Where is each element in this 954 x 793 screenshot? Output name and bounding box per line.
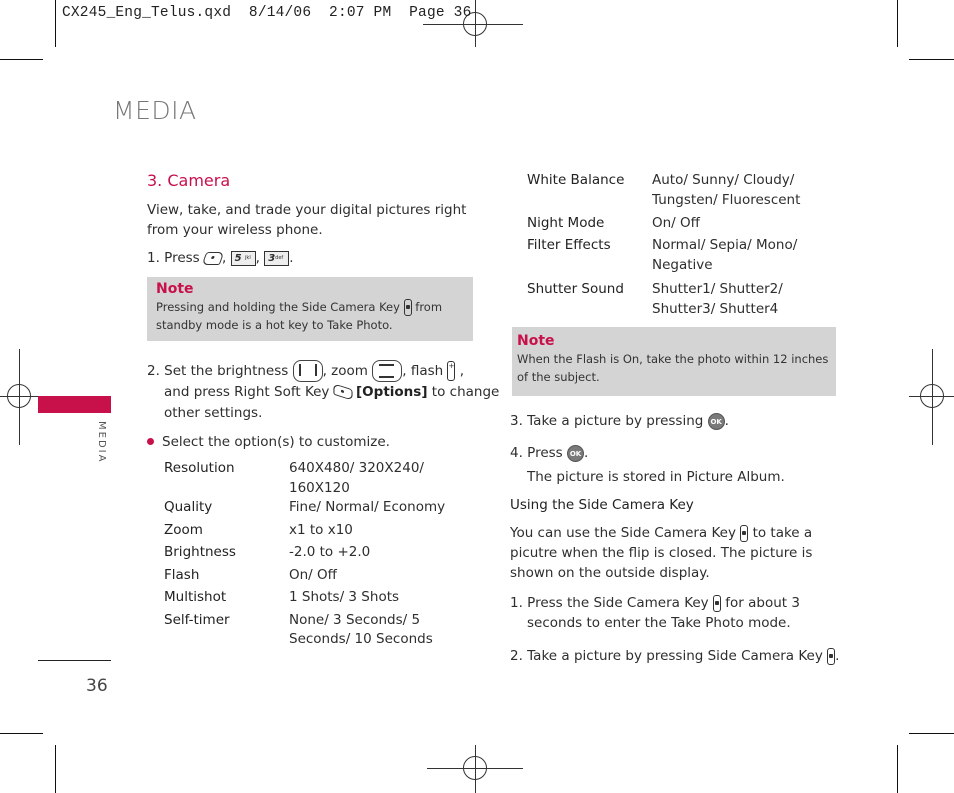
nav-up-down-key-icon: [372, 360, 403, 382]
note-box-flash: Note When the Flash is On, take the phot…: [512, 327, 836, 396]
table-row: Shutter Sound Shutter1/ Shutter2/ Shutter…: [527, 281, 783, 317]
crop-mark: [0, 59, 43, 60]
nav-left-right-key-icon: [292, 360, 323, 382]
step-4-detail: The picture is stored in Picture Album.: [527, 469, 785, 485]
note-box-side-camera: Note Pressing and holding the Side Camer…: [147, 277, 473, 341]
side-camera-paragraph: You can use the Side Camera Key to take …: [510, 524, 813, 581]
print-slug: CX245_Eng_Telus.qxd 8/14/06 2:07 PM Page…: [62, 5, 472, 21]
side-camera-step-2: 2. Take a picture by pressing Side Camer…: [510, 647, 840, 665]
note-title: Note: [156, 281, 194, 297]
table-row: Night Mode On/ Off: [527, 215, 700, 231]
crop-mark: [55, 745, 56, 793]
crop-mark: [897, 745, 898, 793]
table-row: Self-timer None/ 3 Seconds/ 5 Seconds/ 10…: [164, 611, 433, 648]
camera-options-table: Resolution 640X480/ 320X240/ 160X120 Qual…: [164, 459, 459, 650]
note-title: Note: [517, 333, 555, 349]
step-1: 1. Press , 5 jkl, 3def.: [147, 250, 294, 266]
side-camera-key-icon: [740, 524, 749, 542]
key-5-icon: 5 jkl: [230, 250, 256, 266]
side-tab-label: MEDIA: [96, 421, 107, 464]
section-title: 3. Camera: [147, 171, 231, 190]
table-row: Zoom x1 to x10: [164, 521, 353, 538]
crop-mark: [909, 733, 954, 734]
table-row: White Balance Auto/ Sunny/ Cloudy/ Tungst…: [527, 172, 801, 208]
subheading-side-camera-key: Using the Side Camera Key: [510, 497, 694, 513]
side-camera-step-1: 1. Press the Side Camera Key for about 3…: [510, 594, 800, 631]
bullet-icon: [147, 438, 154, 445]
flash-key-icon: [447, 361, 456, 381]
ok-key-icon: OK: [707, 412, 725, 430]
table-row: Resolution 640X480/ 320X240/ 160X120: [164, 460, 424, 496]
page-title: MEDIA: [113, 96, 197, 125]
crop-mark: [897, 0, 898, 47]
key-3-icon: 3def: [264, 250, 290, 266]
crop-mark: [55, 0, 56, 47]
table-row: Filter Effects Normal/ Sepia/ Mono/ Negat…: [527, 237, 798, 273]
options-label: [Options]: [356, 384, 428, 400]
page-number: 36: [86, 676, 108, 696]
step-3: 3. Take a picture by pressing OK.: [510, 412, 729, 430]
step-2: 2. Set the brightness , zoom , flash , a…: [147, 360, 499, 424]
table-row: Flash On/ Off: [164, 566, 337, 583]
note-text: Pressing and holding the Side Camera Key…: [156, 299, 443, 332]
table-row: Multishot 1 Shots/ 3 Shots: [164, 589, 400, 605]
note-text: When the Flash is On, take the photo wit…: [517, 352, 829, 384]
side-camera-key-icon: [403, 299, 412, 316]
crop-mark: [0, 733, 43, 734]
side-camera-key-icon: [827, 647, 836, 665]
crop-mark: [909, 59, 954, 60]
side-camera-key-icon: [712, 594, 721, 612]
intro-text: View, take, and trade your digital pictu…: [147, 202, 467, 238]
table-row: Quality Fine/ Normal/ Economy: [164, 499, 446, 515]
left-soft-key-icon: [201, 251, 225, 265]
ok-key-icon: OK: [567, 444, 584, 462]
camera-options-table-continued: White Balance Auto/ Sunny/ Cloudy/ Tungst…: [527, 171, 822, 319]
footer-rule: [38, 660, 111, 661]
side-tab-bar: [38, 396, 111, 413]
bullet-select-options: Select the option(s) to customize.: [147, 432, 390, 452]
table-row: Brightness -2.0 to +2.0: [164, 544, 371, 560]
right-soft-key-icon: [333, 383, 353, 401]
step-4: 4. Press OK.: [510, 444, 589, 462]
